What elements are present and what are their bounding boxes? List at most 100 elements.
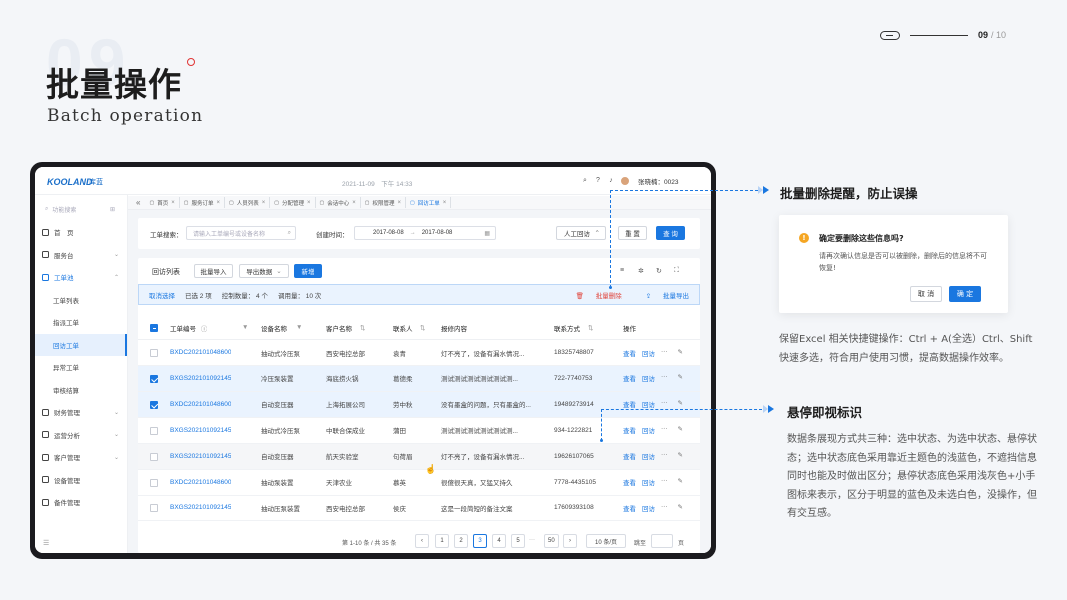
sidebar-item-3[interactable]: 工单列表 <box>35 289 127 312</box>
density-icon[interactable]: ≡ <box>620 267 624 274</box>
sidebar-item-12[interactable]: 备件管理 <box>35 491 127 514</box>
cell-id[interactable]: BXGS202101092145 <box>170 375 231 382</box>
tab-3[interactable]: ▢ 分配管理 × <box>270 197 316 208</box>
tab-4[interactable]: ▢ 会话中心 × <box>316 197 361 208</box>
edit-icon[interactable]: ✎ <box>678 425 683 435</box>
more-icon[interactable]: ··· <box>661 503 668 513</box>
bell-icon[interactable]: ♪ <box>607 177 615 185</box>
tab-0[interactable]: ▢ 首页 × <box>145 197 180 208</box>
view-link[interactable]: 查看 <box>623 399 636 409</box>
prev-page-button[interactable]: ‹ <box>415 534 429 548</box>
sidebar-item-7[interactable]: 审核结算 <box>35 379 127 402</box>
cancel-selection-link[interactable]: 取消选择 <box>149 290 175 300</box>
goto-page-input[interactable] <box>651 534 673 548</box>
table-row[interactable]: BXGS202101092145 抽动式冷压泵 中联合保成业 蒲田 测试测试测试测试测试… <box>138 418 700 444</box>
row-checkbox[interactable] <box>150 478 158 487</box>
sidebar-item-0[interactable]: 首 页 <box>35 221 127 244</box>
fullscreen-icon[interactable]: ⛶ <box>674 267 679 275</box>
sidebar-item-4[interactable]: 指派工单 <box>35 311 127 334</box>
export-data-button[interactable]: 导出数据 ⌄ <box>239 264 289 278</box>
close-icon[interactable]: × <box>262 200 266 206</box>
sidebar-item-8[interactable]: 财务管理 ⌄ <box>35 401 127 424</box>
more-icon[interactable]: ··· <box>661 399 668 409</box>
reset-button[interactable]: 重 置 <box>618 226 647 240</box>
close-icon[interactable]: × <box>443 200 447 206</box>
view-link[interactable]: 查看 <box>623 477 636 487</box>
cell-id[interactable]: BXGS202101092145 <box>170 504 231 511</box>
page-button[interactable]: 2 <box>454 534 468 548</box>
grid-icon[interactable]: ⊞ <box>110 206 115 213</box>
visit-link[interactable]: 回访 <box>642 425 655 435</box>
cell-id[interactable]: BXDC202101048600 <box>170 401 231 408</box>
more-icon[interactable]: ··· <box>661 373 668 383</box>
sidebar-item-5[interactable]: 回访工单 <box>35 333 127 356</box>
edit-icon[interactable]: ✎ <box>678 477 683 487</box>
table-row[interactable]: BXGS202101092145 抽动压泵装置 西安电控总部 侯庆 这是一段简短的备注文… <box>138 495 700 522</box>
dialog-cancel-button[interactable]: 取 消 <box>910 286 942 302</box>
date-range-picker[interactable]: 2017-08-08 → 2017-08-08 ▦ <box>354 226 496 240</box>
cell-id[interactable]: BXDC202101048600 <box>170 479 231 486</box>
view-link[interactable]: 查看 <box>623 373 636 383</box>
sidebar-item-9[interactable]: 运营分析 ⌄ <box>35 424 127 447</box>
page-button[interactable]: 3 <box>473 534 487 548</box>
visit-type-select[interactable]: 人工回访 ⌃ <box>556 226 606 240</box>
more-icon[interactable]: ··· <box>661 425 668 435</box>
visit-link[interactable]: 回访 <box>642 477 655 487</box>
collapse-menu-icon[interactable]: ☰ <box>43 539 49 547</box>
row-checkbox[interactable] <box>150 504 158 513</box>
sidebar-search[interactable]: ⌕ 功能搜索 ⊞ <box>41 203 121 215</box>
help-icon[interactable]: ? <box>594 177 602 185</box>
page-size-select[interactable]: 10 条/页 <box>586 534 626 548</box>
page-button[interactable]: 4 <box>492 534 506 548</box>
more-icon[interactable]: ··· <box>661 348 668 358</box>
sidebar-item-1[interactable]: 服务台 ⌄ <box>35 244 127 267</box>
visit-link[interactable]: 回访 <box>642 503 655 513</box>
avatar[interactable] <box>620 176 630 186</box>
filter-icon[interactable]: ▼ <box>296 324 302 331</box>
visit-link[interactable]: 回访 <box>642 373 655 383</box>
table-row[interactable]: BXGS202101092145 冷压泵装置 海底捞火锅 葛德柔 测试测试测试测试测试测… <box>138 365 700 392</box>
query-button[interactable]: 查 询 <box>656 226 685 240</box>
page-50-button[interactable]: 50 <box>544 534 559 548</box>
sidebar-item-6[interactable]: 异常工单 <box>35 356 127 379</box>
page-button[interactable]: 5 <box>511 534 525 548</box>
tab-5[interactable]: ▢ 权限管理 × <box>361 197 407 208</box>
select-all-checkbox[interactable] <box>150 324 158 332</box>
dialog-confirm-button[interactable]: 确 定 <box>949 286 981 302</box>
close-icon[interactable]: × <box>216 200 220 206</box>
visit-link[interactable]: 回访 <box>642 399 655 409</box>
visit-link[interactable]: 回访 <box>642 451 655 461</box>
user-name[interactable]: 张晓楠：0023 <box>638 176 678 186</box>
edit-icon[interactable]: ✎ <box>678 451 683 461</box>
row-checkbox[interactable] <box>150 349 158 357</box>
edit-icon[interactable]: ✎ <box>678 503 683 513</box>
edit-icon[interactable]: ✎ <box>678 399 683 409</box>
sidebar-item-10[interactable]: 客户管理 ⌄ <box>35 446 127 469</box>
page-button[interactable]: 1 <box>435 534 449 548</box>
close-icon[interactable]: × <box>352 200 356 206</box>
view-link[interactable]: 查看 <box>623 451 636 461</box>
batch-import-button[interactable]: 批量导入 <box>194 264 233 278</box>
row-checkbox[interactable] <box>150 374 158 383</box>
view-link[interactable]: 查看 <box>623 503 636 513</box>
table-row[interactable]: BXDC202101048600 抽动泵装置 天津农业 慕英 很傻很天真，又猛又持久 77… <box>138 470 700 496</box>
collapse-tabs-icon[interactable]: « <box>136 198 140 207</box>
refresh-icon[interactable]: ↻ <box>656 267 662 275</box>
row-checkbox[interactable] <box>150 400 158 409</box>
table-row[interactable]: BXDC202101048600 抽动式冷压泵 西安电控总部 袁青 灯不亮了，设备有漏水… <box>138 340 700 366</box>
visit-link[interactable]: 回访 <box>642 348 655 358</box>
row-checkbox[interactable] <box>150 426 158 435</box>
table-row[interactable]: BXDC202101048600 自动变压器 上海拓展公司 劳中秋 没有墨盒的问题，只有… <box>138 391 700 418</box>
sort-icon[interactable]: ⇅ <box>588 324 593 332</box>
gear-icon[interactable]: ✲ <box>638 267 644 275</box>
view-link[interactable]: 查看 <box>623 348 636 358</box>
sidebar-item-2[interactable]: 工单池 ⌃ <box>35 266 127 289</box>
row-checkbox[interactable] <box>150 452 158 461</box>
close-icon[interactable]: × <box>171 200 175 206</box>
sort-icon[interactable]: ⇅ <box>360 324 365 332</box>
close-icon[interactable]: × <box>307 200 311 206</box>
next-page-button[interactable]: › <box>563 534 577 548</box>
close-icon[interactable]: × <box>398 200 402 206</box>
view-link[interactable]: 查看 <box>623 425 636 435</box>
more-icon[interactable]: ··· <box>661 451 668 461</box>
